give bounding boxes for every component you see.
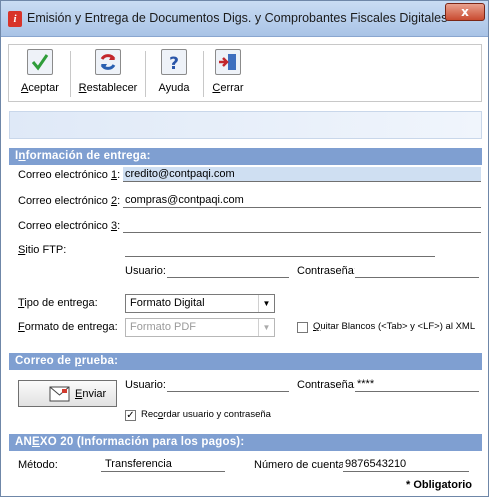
ftp-user-label: Usuario: xyxy=(125,265,166,277)
dialog-window: i Emisión y Entrega de Documentos Digs. … xyxy=(0,0,489,497)
test-password-label: Contraseña: xyxy=(297,379,357,391)
enviar-label: nviar xyxy=(82,388,107,400)
test-section-header: Correo de prueba: xyxy=(9,353,482,370)
annex-section-header: ANEXO 20 (Información para los pagos): xyxy=(9,434,482,451)
email1-label-pre: Correo electrónico xyxy=(18,169,111,181)
email3-field[interactable] xyxy=(123,218,481,233)
toolbar-separator xyxy=(70,51,71,97)
test-password-field[interactable]: **** xyxy=(355,377,479,392)
title-bar: i Emisión y Entrega de Documentos Digs. … xyxy=(1,1,488,37)
formato-entrega-value: Formato PDF xyxy=(130,321,197,333)
test-user-field[interactable] xyxy=(167,377,289,392)
formato-entrega-select[interactable]: Formato PDF ▼ xyxy=(125,318,275,337)
test-title-pre: Correo de xyxy=(15,355,75,367)
remember-label: Recordar usuario y contraseña xyxy=(141,409,271,420)
restablecer-label: establecer xyxy=(86,82,138,94)
envelope-send-icon xyxy=(49,385,71,406)
remember-checkbox[interactable]: ✓ xyxy=(125,410,136,421)
account-label: Número de cuenta: xyxy=(254,459,348,471)
toolbar: Aceptar Restablecer ? Ayuda Cerrar xyxy=(8,44,482,102)
ftp-label: Sitio FTP: xyxy=(18,244,66,256)
ftp-user-field[interactable] xyxy=(167,263,289,278)
test-user-label: Usuario: xyxy=(125,379,166,391)
exit-door-icon xyxy=(215,49,241,75)
ayuda-button[interactable]: ? Ayuda xyxy=(149,49,199,99)
formato-label-post: ormato de entrega: xyxy=(24,321,118,333)
method-field[interactable]: Transferencia xyxy=(101,457,225,472)
email3-label-pre: Correo electrónico xyxy=(18,220,111,232)
tipo-entrega-select[interactable]: Formato Digital ▼ xyxy=(125,294,275,313)
remember-label-post: rdar usuario y contraseña xyxy=(163,409,271,420)
tipo-label-post: ipo de entrega: xyxy=(24,297,98,309)
ftp-site-field[interactable] xyxy=(125,242,435,257)
test-title-post: rueba: xyxy=(81,355,119,367)
quitar-label-post: uitar Blancos (<Tab> y <LF>) al XML xyxy=(320,321,476,332)
aceptar-button[interactable]: Aceptar xyxy=(12,49,68,99)
required-note: * Obligatorio xyxy=(406,479,472,491)
cerrar-button[interactable]: Cerrar xyxy=(205,49,251,99)
email2-label-pre: Correo electrónico xyxy=(18,195,111,207)
email2-label-post: : xyxy=(117,195,121,207)
toolbar-separator xyxy=(203,51,204,97)
formato-entrega-label: Formato de entrega: xyxy=(18,321,118,333)
delivery-title-post: formación de entrega: xyxy=(25,150,151,162)
email3-label-post: : xyxy=(117,220,121,232)
annex-title-accel: E xyxy=(32,436,40,448)
method-label: Método: xyxy=(18,459,58,471)
delivery-title-accel: n xyxy=(18,150,26,162)
formato-label-accel: F xyxy=(18,321,25,333)
email2-label: Correo electrónico 2: xyxy=(18,195,120,207)
annex-title-pre: AN xyxy=(15,436,33,448)
tipo-entrega-label: Tipo de entrega: xyxy=(18,297,98,309)
quitar-blancos-checkbox[interactable] xyxy=(297,322,308,333)
email1-field[interactable]: credito@contpaqi.com xyxy=(123,167,481,182)
restablecer-accel: R xyxy=(78,82,87,94)
test-title-accel: p xyxy=(74,355,82,367)
window-title: Emisión y Entrega de Documentos Digs. y … xyxy=(27,11,448,25)
svg-text:?: ? xyxy=(169,54,179,74)
help-icon: ? xyxy=(161,49,187,75)
ftp-password-label: Contraseña: xyxy=(297,265,357,277)
annex-title-post: XO 20 (Información para los pagos): xyxy=(39,436,245,448)
aceptar-label: ceptar xyxy=(28,82,59,94)
refresh-icon xyxy=(95,49,121,75)
app-icon: i xyxy=(8,11,22,27)
ftp-label-post: itio FTP: xyxy=(25,244,67,256)
restablecer-button[interactable]: Restablecer xyxy=(74,49,142,99)
quitar-blancos-label: Quitar Blancos (<Tab> y <LF>) al XML xyxy=(313,321,475,332)
info-banner xyxy=(9,111,482,139)
close-window-button[interactable]: x xyxy=(445,3,485,21)
chevron-down-icon: ▼ xyxy=(258,295,274,312)
cerrar-label: errar xyxy=(220,82,244,94)
account-field[interactable]: 9876543210 xyxy=(343,457,469,472)
toolbar-separator xyxy=(145,51,146,97)
email2-field[interactable]: compras@contpaqi.com xyxy=(123,193,481,208)
email1-label-post: : xyxy=(117,169,121,181)
checkmark-icon xyxy=(27,49,53,75)
email3-label: Correo electrónico 3: xyxy=(18,220,120,232)
ayuda-label: Ayuda xyxy=(158,82,190,94)
chevron-down-icon: ▼ xyxy=(258,319,274,336)
remember-label-pre: Rec xyxy=(141,409,158,420)
email1-label: Correo electrónico 1: xyxy=(18,169,120,181)
tipo-entrega-value: Formato Digital xyxy=(130,297,205,309)
delivery-section-header: Información de entrega: xyxy=(9,148,482,165)
enviar-button[interactable]: Enviar xyxy=(18,380,117,407)
ftp-password-field[interactable] xyxy=(355,263,479,278)
